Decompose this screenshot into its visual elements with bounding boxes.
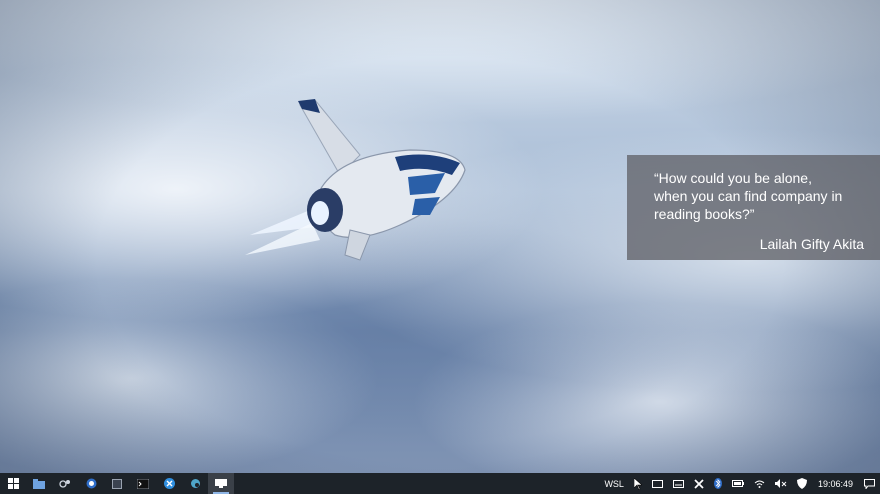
tray-volume[interactable]: [770, 473, 792, 494]
tray-app-1[interactable]: [647, 473, 668, 494]
app-window-icon: [651, 479, 663, 488]
shield-icon: [796, 478, 807, 489]
taskbar-app-1[interactable]: [52, 473, 78, 494]
notification-icon: [864, 478, 875, 489]
wsl-indicator[interactable]: WSL: [599, 473, 629, 494]
taskbar-app-2[interactable]: [104, 473, 130, 494]
desktop-wallpaper: “How could you be alone, when you can fi…: [0, 0, 880, 473]
taskbar-app-3[interactable]: [182, 473, 208, 494]
tray-security[interactable]: [792, 473, 812, 494]
app-icon: [190, 479, 200, 488]
start-button[interactable]: [0, 473, 26, 494]
windows-start-icon: [7, 478, 19, 489]
browser-icon: [86, 478, 96, 489]
x-icon: [694, 478, 704, 489]
action-center-button[interactable]: [859, 473, 880, 494]
wifi-icon: [754, 480, 765, 488]
taskbar-browser[interactable]: [78, 473, 104, 494]
keyboard-icon: [672, 479, 684, 488]
x-app-icon: [163, 478, 175, 489]
tray-app-2[interactable]: [668, 473, 689, 494]
tray-wifi[interactable]: [749, 473, 770, 494]
bluetooth-icon: [713, 478, 722, 489]
tray-mouse-cursor: [629, 473, 647, 494]
app-icon: [112, 478, 122, 489]
taskbar-terminal[interactable]: [130, 473, 156, 494]
volume-muted-icon: [774, 479, 787, 488]
app-icon: [59, 479, 70, 488]
cursor-icon: [633, 477, 642, 490]
taskbar: WSL 19:06:49: [0, 473, 880, 494]
quote-card: “How could you be alone, when you can fi…: [627, 155, 880, 260]
terminal-icon: [137, 478, 149, 489]
tray-x-app[interactable]: [689, 473, 709, 494]
remote-desktop-icon: [215, 479, 227, 488]
quote-author: Lailah Gifty Akita: [759, 236, 864, 252]
tray-bluetooth[interactable]: [709, 473, 727, 494]
spaceship-image: [245, 99, 466, 261]
battery-icon: [731, 480, 744, 487]
taskbar-x-app[interactable]: [156, 473, 182, 494]
tray-battery[interactable]: [727, 473, 749, 494]
quote-text: “How could you be alone, when you can fi…: [654, 170, 843, 222]
taskbar-clock[interactable]: 19:06:49: [812, 479, 859, 489]
taskbar-file-explorer[interactable]: [26, 473, 52, 494]
system-tray: WSL 19:06:49: [599, 473, 880, 494]
taskbar-remote-desktop[interactable]: [208, 473, 234, 494]
folder-icon: [33, 478, 45, 489]
